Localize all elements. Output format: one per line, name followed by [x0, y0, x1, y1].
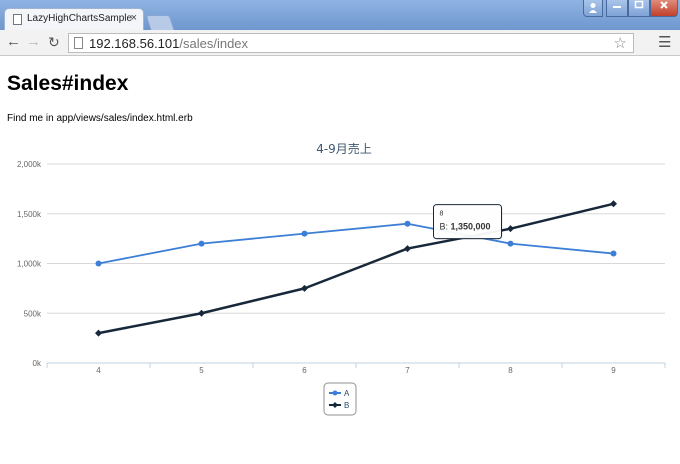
page-icon: [13, 14, 22, 25]
y-tick-label: 2,000k: [17, 160, 42, 169]
data-point[interactable]: [404, 245, 411, 253]
tab-close-button[interactable]: ×: [131, 12, 137, 24]
browser-tab[interactable]: LazyHighChartsSample ×: [4, 8, 144, 30]
page-title: Sales#index: [7, 72, 129, 95]
data-point[interactable]: [404, 220, 411, 227]
y-tick-label: 1,500k: [17, 210, 42, 219]
data-point[interactable]: [301, 284, 308, 292]
tooltip-value: 1,350,000: [451, 222, 491, 232]
browser-titlebar: LazyHighChartsSample ×: [0, 0, 680, 30]
reload-icon[interactable]: ↻: [48, 33, 60, 51]
y-tick-label: 500k: [24, 309, 42, 318]
y-tick-label: 0k: [33, 359, 42, 368]
data-point[interactable]: [301, 230, 308, 237]
page-icon: [74, 37, 83, 49]
bookmark-star-icon[interactable]: ☆: [614, 34, 627, 52]
chart-title: 4-9月売上: [316, 141, 372, 156]
url-path: /sales/index: [179, 36, 249, 51]
x-tick-label: 9: [611, 366, 616, 375]
x-tick-label: 8: [508, 366, 513, 375]
forward-arrow-icon[interactable]: →: [26, 33, 41, 51]
x-tick-label: 7: [405, 366, 410, 375]
data-point[interactable]: [507, 240, 514, 247]
data-point[interactable]: [610, 250, 617, 257]
series-line-A[interactable]: [98, 222, 614, 265]
legend-marker: [332, 390, 338, 396]
y-tick-label: 1,000k: [17, 260, 42, 269]
data-point[interactable]: [198, 240, 205, 247]
user-icon[interactable]: [583, 0, 603, 17]
data-point[interactable]: [95, 329, 102, 337]
x-tick-label: 6: [302, 366, 307, 375]
legend-label-B[interactable]: B: [344, 401, 349, 410]
tooltip-label: B:: [440, 222, 449, 232]
menu-icon[interactable]: ☰: [658, 33, 671, 51]
data-point[interactable]: [507, 225, 514, 233]
close-window-button[interactable]: [650, 0, 678, 17]
new-tab-button[interactable]: [145, 15, 175, 30]
back-arrow-icon[interactable]: ←: [6, 33, 21, 51]
data-point[interactable]: [610, 200, 617, 208]
sales-chart: 4-9月売上 0k 500k 1,000k 1,500k 2,000k 4 5 6 7 8 9 8 B: 1…: [17, 141, 666, 416]
x-tick-label: 5: [199, 366, 204, 375]
legend-box: [323, 382, 357, 416]
tooltip-header: 8: [440, 211, 444, 218]
url-host: 192.168.56.101: [89, 36, 180, 51]
maximize-button[interactable]: [628, 0, 650, 17]
data-point[interactable]: [95, 260, 102, 267]
address-bar[interactable]: 192.168.56.101/sales/index ☆: [68, 33, 634, 53]
url-text[interactable]: 192.168.56.101/sales/index: [89, 36, 248, 51]
page-description: Find me in app/views/sales/index.html.er…: [7, 113, 193, 124]
data-point[interactable]: [198, 309, 205, 317]
browser-toolbar: ← → ↻ 192.168.56.101/sales/index ☆ ☰: [0, 30, 680, 56]
x-tick-label: 4: [96, 366, 101, 375]
tab-title: LazyHighChartsSample: [27, 13, 133, 24]
legend-label-A[interactable]: A: [344, 389, 350, 398]
minimize-button[interactable]: [606, 0, 628, 17]
